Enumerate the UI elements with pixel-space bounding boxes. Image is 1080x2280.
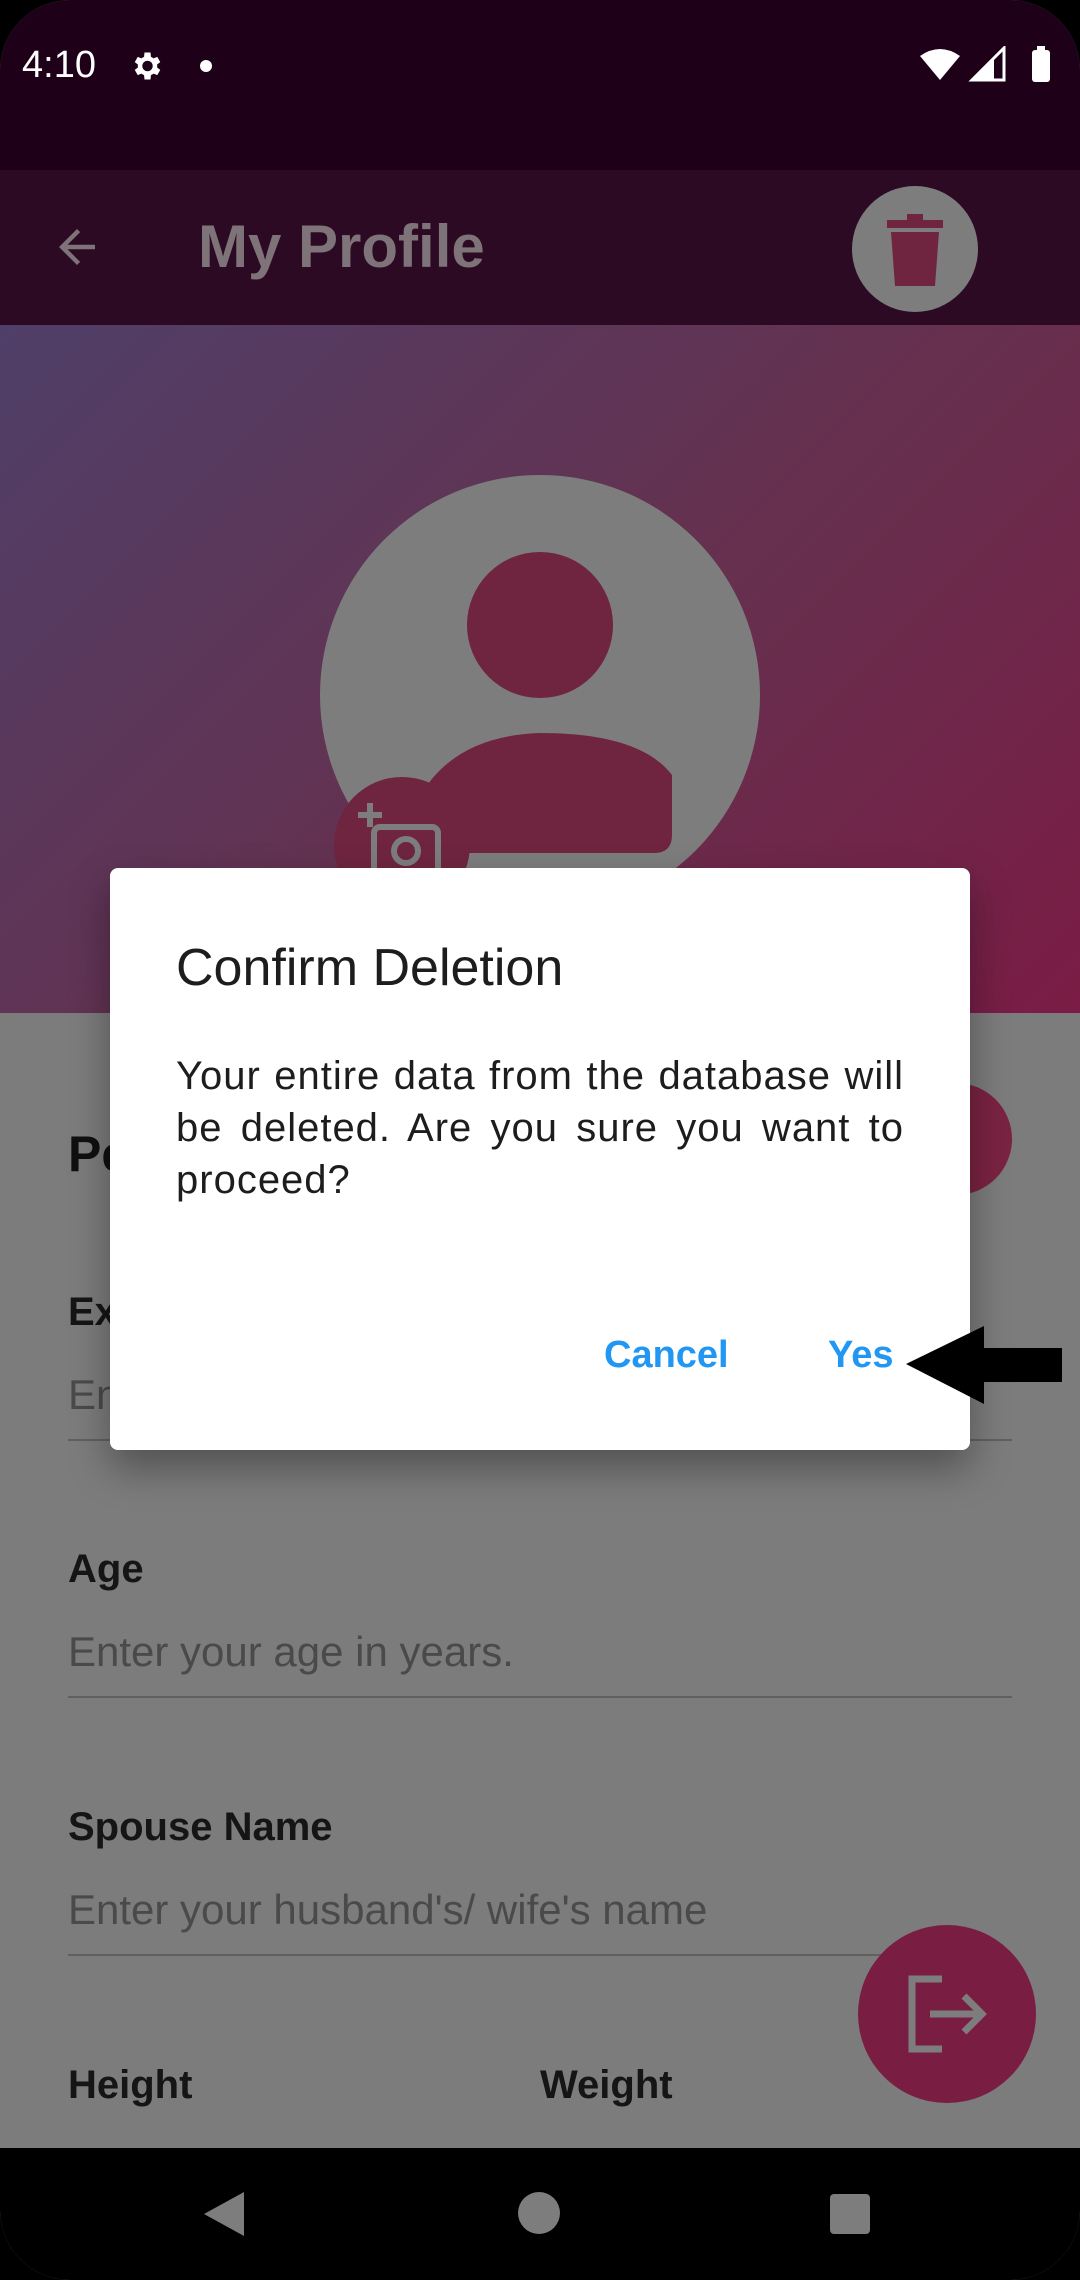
status-icons [920,46,1050,82]
notification-dot [200,60,212,72]
settings-gear-icon [134,52,161,80]
weight-label: Weight [540,2063,673,2107]
spouse-name-label: Spouse Name [68,1805,333,1849]
logout-button[interactable] [858,1925,1036,2103]
page-title: My Profile [198,213,485,280]
nav-home-icon[interactable] [518,2192,560,2234]
delete-account-button[interactable] [852,186,978,312]
pointer-arrow-icon [906,1326,1062,1404]
back-arrow-icon[interactable] [50,220,104,274]
app-bar: My Profile [0,170,1080,325]
status-bar: 4:10 [0,0,1080,170]
nav-back-icon[interactable] [204,2192,244,2236]
spouse-name-input[interactable] [68,1866,1012,1956]
wifi-icon [920,49,960,80]
trash-icon [887,214,943,286]
navigation-bar [0,2148,1080,2280]
dialog-message: Your entire data from the database will … [176,1054,904,1202]
status-time: 4:10 [22,44,96,86]
yes-button[interactable]: Yes [828,1334,894,1377]
age-input[interactable] [68,1608,1012,1698]
nav-recents-icon[interactable] [830,2194,870,2234]
logout-icon [908,1975,987,2053]
cancel-button[interactable]: Cancel [604,1334,729,1377]
confirm-deletion-dialog: Confirm Deletion Your entire data from t… [110,868,970,1450]
age-label: Age [68,1547,144,1591]
screen: 4:10 My Profile Pe Ex En Age Enter your … [0,0,1080,2280]
battery-icon [1032,50,1050,82]
dialog-title: Confirm Deletion [176,939,564,997]
height-label: Height [68,2063,193,2107]
